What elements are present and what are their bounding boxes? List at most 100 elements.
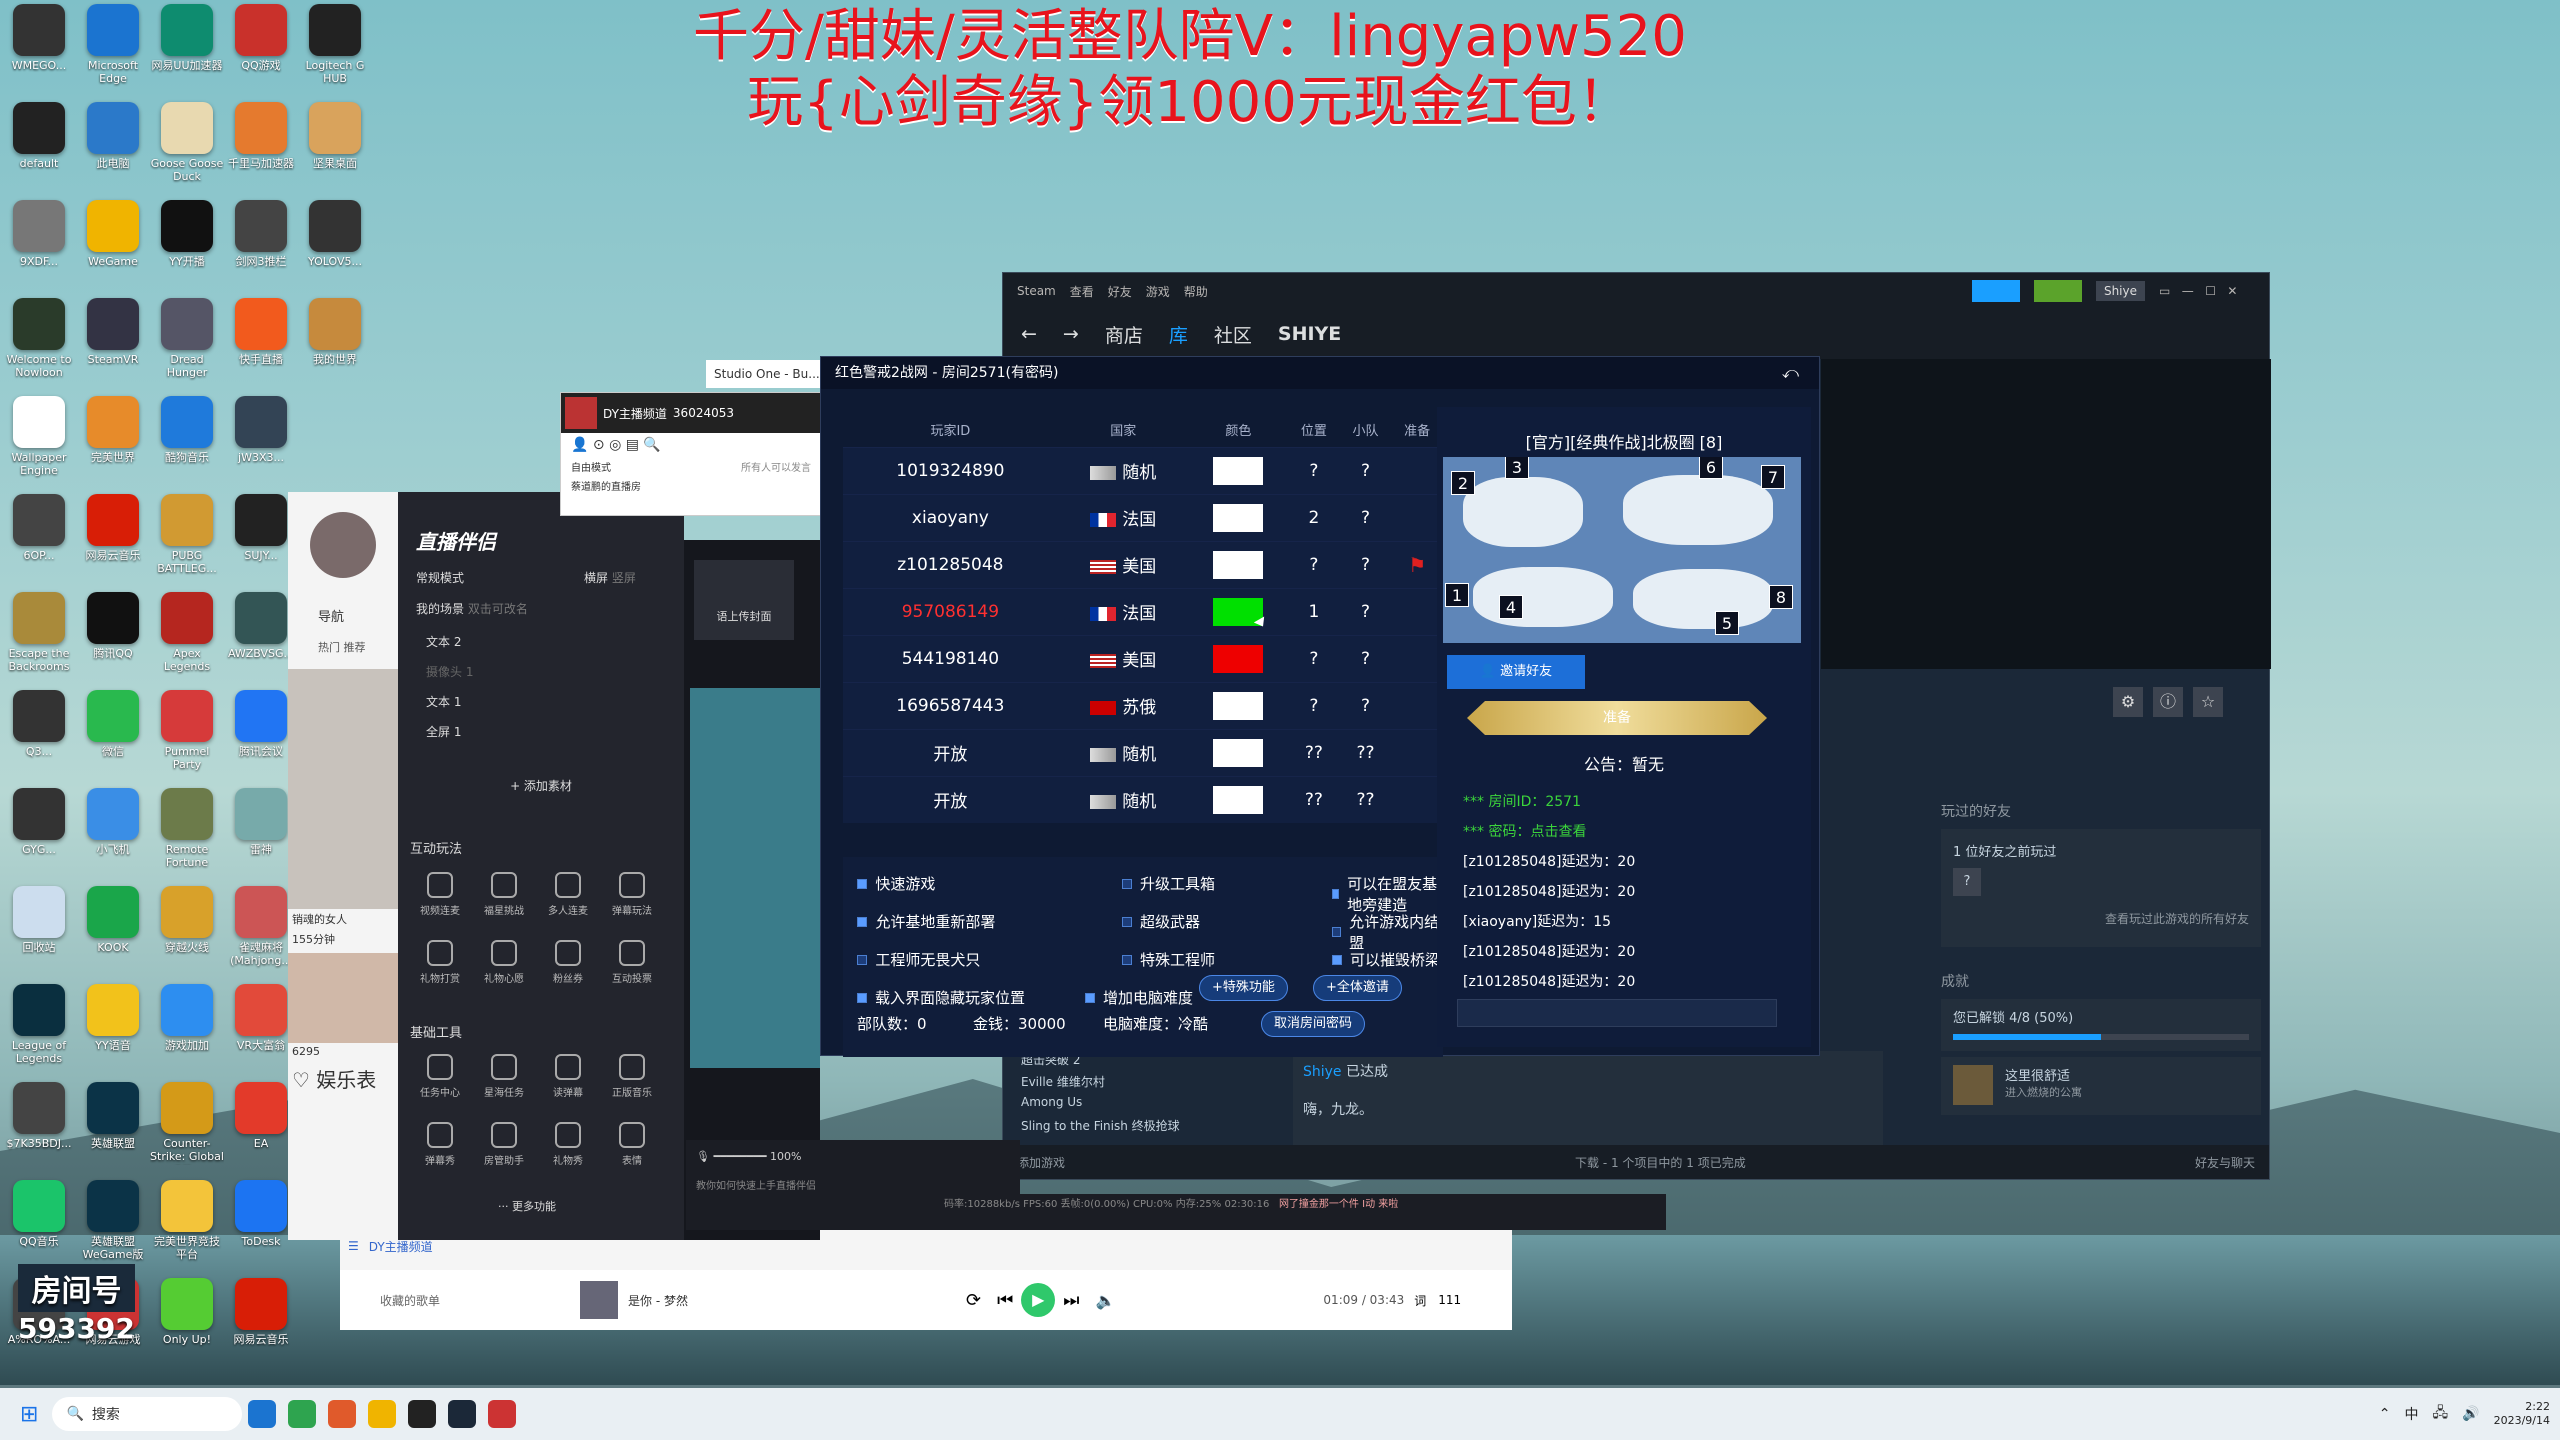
- back-icon[interactable]: ⤺: [1782, 363, 1799, 383]
- checkbox[interactable]: [1332, 954, 1342, 965]
- room-option[interactable]: 可以在盟友基地旁建造: [1332, 873, 1443, 915]
- add-source-button[interactable]: + 添加素材: [398, 777, 684, 794]
- color-swatch[interactable]: [1213, 644, 1264, 673]
- tool-button[interactable]: 礼物打赏: [410, 940, 470, 985]
- player-country[interactable]: 美国: [1057, 634, 1189, 682]
- checkbox[interactable]: [1122, 954, 1132, 965]
- live-thumb-1[interactable]: [288, 669, 398, 909]
- tool-button[interactable]: 读弹幕: [538, 1054, 598, 1099]
- player-country[interactable]: 随机: [1057, 728, 1189, 776]
- desktop-icon[interactable]: Counter-Strike: Global Off...: [150, 1082, 224, 1165]
- desktop-icon[interactable]: GYG...: [2, 788, 76, 871]
- player-color[interactable]: [1188, 446, 1289, 494]
- tool-button[interactable]: 视频连麦: [410, 872, 470, 917]
- lyric-toggle[interactable]: 词: [1414, 1292, 1426, 1309]
- color-swatch[interactable]: [1213, 738, 1264, 767]
- desktop-icon[interactable]: 腾讯会议: [224, 690, 298, 773]
- tool-button[interactable]: 互动投票: [602, 940, 662, 985]
- tab-portrait[interactable]: 竖屏: [612, 571, 636, 585]
- tab-hot[interactable]: 热门: [318, 641, 340, 654]
- steam-menu-games[interactable]: 游戏: [1146, 283, 1170, 300]
- dy-mode[interactable]: 自由模式: [571, 459, 611, 474]
- game-list-item[interactable]: Among Us: [1021, 1095, 1271, 1117]
- friend-avatar[interactable]: ?: [1953, 868, 1981, 896]
- desktop-icon[interactable]: ToDesk: [224, 1180, 298, 1263]
- player-row[interactable]: 开放 随机????: [843, 728, 1443, 776]
- nav-library[interactable]: 库: [1169, 321, 1188, 348]
- album-cover[interactable]: [580, 1281, 618, 1319]
- desktop-icon[interactable]: Wallpaper Engine: [2, 396, 76, 479]
- loop-icon[interactable]: ⟳: [966, 1290, 981, 1311]
- upload-cover-button[interactable]: 语上传封面: [694, 560, 794, 640]
- player-country[interactable]: 苏俄: [1057, 681, 1189, 729]
- add-game-button[interactable]: 添加游戏: [1017, 1154, 1065, 1171]
- volume-icon[interactable]: 🔊: [2462, 1406, 2479, 1422]
- menu-icon[interactable]: ☰: [348, 1239, 359, 1253]
- mic-icon[interactable]: 🎙: [696, 1150, 710, 1163]
- map-preview[interactable]: 2 3 6 7 1 4 5 8: [1443, 457, 1801, 643]
- room-option[interactable]: 允许游戏内结盟: [1332, 911, 1443, 953]
- tool-button[interactable]: 星海任务: [474, 1054, 534, 1099]
- player-row[interactable]: 544198140 美国??: [843, 634, 1443, 682]
- steam-menu-friends[interactable]: 好友: [1108, 283, 1132, 300]
- playlist-count[interactable]: 111: [1438, 1293, 1461, 1307]
- desktop-icon[interactable]: 完美世界竞技平台: [150, 1180, 224, 1263]
- desktop-icon[interactable]: jW3X3...: [224, 396, 298, 479]
- desktop-icon[interactable]: 微信: [76, 690, 150, 773]
- clock[interactable]: 2:22 2023/9/14: [2494, 1400, 2550, 1428]
- desktop-icon[interactable]: 快手直播: [224, 298, 298, 381]
- player-country[interactable]: 美国: [1057, 540, 1189, 588]
- room-option[interactable]: 快速游戏: [857, 873, 935, 894]
- desktop-icon[interactable]: 9XDF...: [2, 200, 76, 283]
- desktop-icon[interactable]: WMEGO...: [2, 4, 76, 87]
- desktop-icon[interactable]: Escape the Backrooms: [2, 592, 76, 675]
- desktop-icon[interactable]: 游戏加加: [150, 984, 224, 1067]
- desktop-icon[interactable]: 6OP...: [2, 494, 76, 577]
- desktop-icon[interactable]: Remote Fortune: [150, 788, 224, 871]
- player-country[interactable]: 法国: [1057, 493, 1189, 541]
- player-color[interactable]: [1188, 775, 1289, 823]
- tool-button[interactable]: 弹幕秀: [410, 1122, 470, 1167]
- nav-profile[interactable]: SHIYE: [1278, 323, 1341, 345]
- source-item[interactable]: 全屏 1: [426, 717, 684, 747]
- nav-label[interactable]: 导航: [318, 606, 398, 625]
- source-item[interactable]: 文本 2: [426, 627, 684, 657]
- player-color[interactable]: [1188, 587, 1289, 635]
- source-item[interactable]: 摄像头 1: [426, 657, 684, 687]
- app-icon[interactable]: [328, 1400, 357, 1428]
- steam-menu-help[interactable]: 帮助: [1184, 283, 1208, 300]
- desktop-icon[interactable]: 雷神: [224, 788, 298, 871]
- forward-icon[interactable]: →: [1063, 323, 1079, 345]
- desktop-icon[interactable]: WeGame: [76, 200, 150, 283]
- desktop-icon[interactable]: Logitech G HUB: [298, 4, 372, 87]
- ready-button[interactable]: 准备: [1467, 701, 1767, 735]
- stream-notice[interactable]: 网了撞金那一个件 Ⅰ动 来啦: [1279, 1199, 1398, 1210]
- tool-button[interactable]: 房管助手: [474, 1122, 534, 1167]
- checkbox[interactable]: [1085, 992, 1095, 1003]
- desktop-icon[interactable]: 完美世界: [76, 396, 150, 479]
- tool-button[interactable]: 表情: [602, 1122, 662, 1167]
- gear-icon[interactable]: ⚙: [2113, 687, 2143, 717]
- window-controls[interactable]: ▭ — ☐ ✕: [2159, 284, 2269, 298]
- cancel-password-button[interactable]: 取消房间密码: [1261, 1011, 1366, 1037]
- app-icon[interactable]: [408, 1400, 437, 1428]
- player-country[interactable]: 随机: [1057, 446, 1189, 494]
- tool-button[interactable]: 礼物心愿: [474, 940, 534, 985]
- downloads-status[interactable]: 下载 - 1 个项目中的 1 项已完成: [1575, 1154, 1746, 1171]
- desktop-icon[interactable]: KOOK: [76, 886, 150, 969]
- mode-select[interactable]: 常规模式: [416, 569, 464, 586]
- activity-user[interactable]: Shiye: [1303, 1064, 1342, 1080]
- player-country[interactable]: 法国: [1057, 587, 1189, 635]
- desktop-icon[interactable]: 千里马加速器: [224, 102, 298, 185]
- see-all-friends[interactable]: 查看玩过此游戏的所有好友: [1953, 910, 2249, 927]
- desktop-icon[interactable]: VR大富翁: [224, 984, 298, 1067]
- desktop-icon[interactable]: Goose Goose Duck: [150, 102, 224, 185]
- next-icon[interactable]: ⏭: [1063, 1290, 1079, 1311]
- player-row[interactable]: z101285048 美国?? ⚑: [843, 540, 1443, 588]
- desktop-icon[interactable]: 回收站: [2, 886, 76, 969]
- tray-ime[interactable]: 中: [2405, 1404, 2419, 1424]
- tool-button[interactable]: 弹幕玩法: [602, 872, 662, 917]
- source-item[interactable]: 文本 1: [426, 687, 684, 717]
- dy-room-row[interactable]: 蔡道鹏的直播房: [561, 476, 821, 495]
- desktop-icon[interactable]: 腾讯QQ: [76, 592, 150, 675]
